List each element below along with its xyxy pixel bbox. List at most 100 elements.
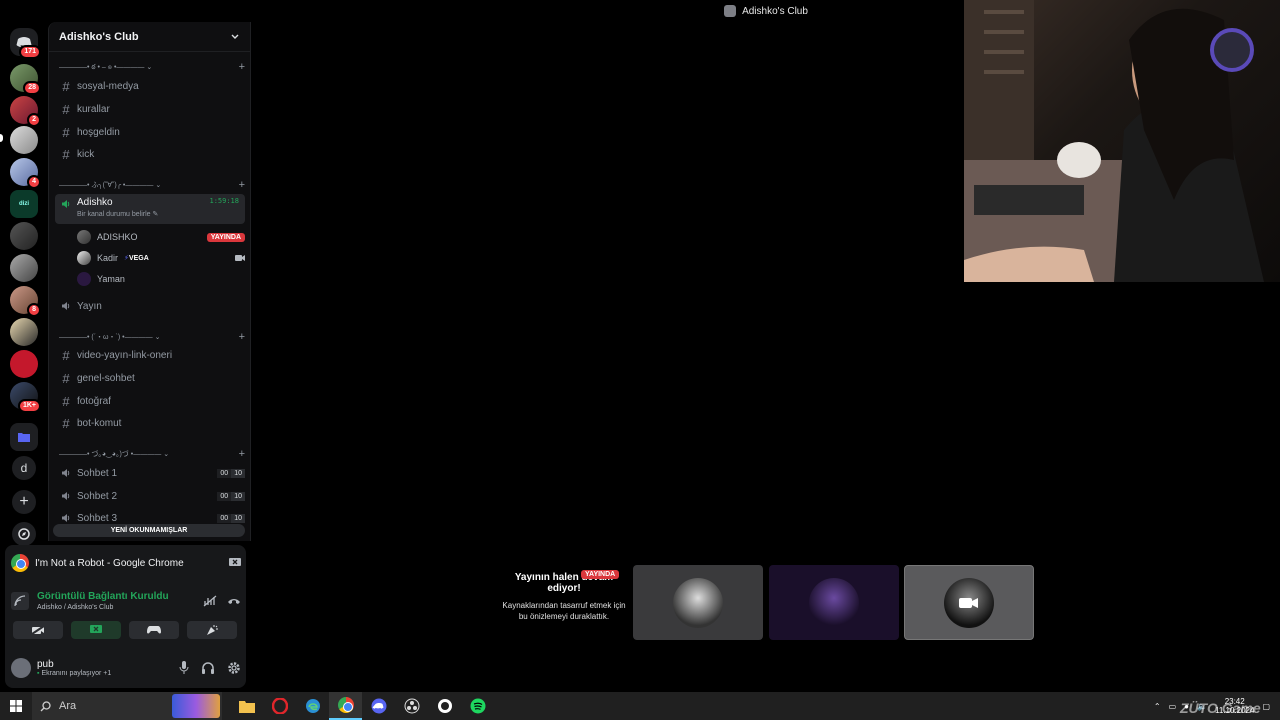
network-icon[interactable]: ▭ xyxy=(1169,702,1177,711)
camera-off-icon xyxy=(31,625,45,635)
speaker-icon xyxy=(62,514,70,522)
channel-kurallar[interactable]: # kurallar xyxy=(55,99,245,119)
voice-member[interactable]: Yaman xyxy=(77,270,245,288)
participant-tile[interactable] xyxy=(633,565,763,640)
screen-share-icon xyxy=(90,625,102,633)
signal-icon xyxy=(11,592,29,610)
server-icon-6[interactable] xyxy=(10,222,38,250)
direct-messages-button[interactable]: 171 xyxy=(10,28,41,59)
channel-genel-sohbet[interactable]: # genel-sohbet xyxy=(55,368,245,388)
microphone-icon[interactable] xyxy=(179,661,189,675)
start-button[interactable] xyxy=(0,692,32,720)
server-icon-adishko[interactable] xyxy=(10,126,38,154)
noise-suppression-icon[interactable] xyxy=(203,595,217,607)
avatar xyxy=(77,272,91,286)
add-channel-icon[interactable]: + xyxy=(239,179,245,191)
add-channel-icon[interactable]: + xyxy=(239,448,245,460)
opera-icon[interactable] xyxy=(263,692,296,720)
category-4[interactable]: ————• づ｡◕‿◕｡)づ •———— ⌄ + xyxy=(59,447,245,461)
search-highlight-image xyxy=(172,694,220,718)
voice-member[interactable]: Kadir ⚡VEGA xyxy=(77,249,245,267)
call-controls xyxy=(13,621,239,639)
soundboard-button[interactable] xyxy=(187,621,237,639)
add-server-icon[interactable]: + xyxy=(12,490,36,514)
search-placeholder: Ara xyxy=(59,700,77,712)
live-badge: YAYINDA xyxy=(581,570,620,579)
server-icon-2[interactable]: 2 xyxy=(10,96,41,127)
avatar xyxy=(944,577,994,628)
stream-title: I'm Not a Robot - Google Chrome xyxy=(35,557,184,569)
stop-stream-icon[interactable] xyxy=(229,558,241,568)
new-unreads-button[interactable]: YENİ OKUNMAMIŞLAR xyxy=(53,524,245,537)
participant-tile[interactable] xyxy=(904,565,1034,640)
speaker-icon xyxy=(62,469,70,477)
channel-video-yayin-link-oneri[interactable]: # video-yayın-link-oneri xyxy=(55,345,245,365)
server-icon-4[interactable]: 4 xyxy=(10,158,41,189)
settings-gear-icon[interactable] xyxy=(227,661,241,675)
hash-icon: # xyxy=(62,101,70,117)
windows-taskbar: Ara ⌃ ▭ ● 🔈 23:42 11.10.2024 ▢ xyxy=(0,692,1280,720)
chrome-taskbar-icon[interactable] xyxy=(329,692,362,720)
obs-icon[interactable] xyxy=(395,692,428,720)
streamlabs-icon[interactable] xyxy=(428,692,461,720)
server-icon-10[interactable] xyxy=(10,350,38,378)
server-icon-1[interactable]: 28 xyxy=(10,64,41,95)
camera-icon xyxy=(235,255,245,261)
channel-status-setter[interactable]: Bir kanal durumu belirle ✎ xyxy=(77,210,245,218)
screen-share-button[interactable] xyxy=(71,621,121,639)
hash-icon: # xyxy=(62,146,70,162)
disconnect-icon[interactable] xyxy=(227,596,241,606)
category-3[interactable]: ————• (´・ω・`) •———— ⌄ + xyxy=(59,330,245,344)
server-icon xyxy=(724,5,737,17)
edge-icon[interactable] xyxy=(296,692,329,720)
user-limit: 00 10 xyxy=(217,468,245,478)
server-header[interactable]: Adishko's Club xyxy=(49,22,250,52)
add-channel-icon[interactable]: + xyxy=(239,331,245,343)
server-icon-7[interactable] xyxy=(10,254,38,282)
chevron-down-icon xyxy=(231,34,239,39)
add-channel-icon[interactable]: + xyxy=(239,61,245,73)
channel-kick[interactable]: # kick xyxy=(55,144,245,164)
notifications-icon[interactable]: ▢ xyxy=(1262,702,1270,711)
channel-hosgeldin[interactable]: # hoşgeldin xyxy=(55,122,245,142)
voice-channel-yayin[interactable]: Yayın xyxy=(55,296,245,316)
hash-icon: # xyxy=(62,370,70,386)
taskbar-search[interactable]: Ara xyxy=(32,692,222,720)
spotify-icon[interactable] xyxy=(461,692,494,720)
server-icon-8[interactable]: 8 xyxy=(10,286,41,317)
connection-status[interactable]: Görüntülü Bağlantı Kuruldu xyxy=(37,591,169,602)
voice-member[interactable]: ADISHKO YAYINDA xyxy=(77,228,245,246)
category-2[interactable]: ————• ふ╮(˘∀˘)╭ •———— ⌄ + xyxy=(59,178,245,192)
avatar xyxy=(77,251,91,265)
server-icon-9[interactable] xyxy=(10,318,38,346)
server-icon-5[interactable]: dizi xyxy=(10,190,38,218)
file-explorer-icon[interactable] xyxy=(230,692,263,720)
server-icon-11[interactable]: 1K+ xyxy=(10,382,41,413)
voice-channel-sohbet-1[interactable]: Sohbet 1 00 10 xyxy=(55,463,245,483)
voice-channel-sohbet-2[interactable]: Sohbet 2 00 10 xyxy=(55,486,245,506)
hash-icon: # xyxy=(62,124,70,140)
channel-fotograf[interactable]: # fotoğraf xyxy=(55,391,245,411)
user-name: pub xyxy=(37,659,54,670)
user-avatar[interactable] xyxy=(11,658,31,678)
search-icon xyxy=(40,700,51,711)
folder-icon[interactable] xyxy=(10,423,38,451)
live-badge: YAYINDA xyxy=(206,232,245,242)
speaker-icon xyxy=(62,302,70,310)
discord-taskbar-icon[interactable] xyxy=(362,692,395,720)
discover-icon[interactable] xyxy=(12,522,36,546)
headphones-icon[interactable] xyxy=(201,661,215,675)
screen-share-status-icon: ▪ xyxy=(37,670,40,677)
camera-toggle-button[interactable] xyxy=(13,621,63,639)
window-title: Adishko's Club xyxy=(742,5,808,17)
participant-tile[interactable] xyxy=(769,565,899,640)
dm-avatar-d[interactable]: d xyxy=(12,456,36,480)
chevron-up-icon[interactable]: ⌃ xyxy=(1154,702,1161,711)
activities-button[interactable] xyxy=(129,621,179,639)
channel-bot-komut[interactable]: # bot-komut xyxy=(55,413,245,433)
voice-channel-adishko[interactable]: Adishko 1:59:18 Bir kanal durumu belirle… xyxy=(55,194,245,224)
discord-window: Adishko's Club 171 28 2 4 dizi 8 1K+ d +… xyxy=(0,0,1280,720)
stream-preview-card[interactable]: I'm Not a Robot - Google Chrome xyxy=(11,551,241,575)
channel-sosyal-medya[interactable]: # sosyal-medya xyxy=(55,76,245,96)
category-1[interactable]: ————• ఠ • – ๏ •———— ⌄ + xyxy=(59,60,245,74)
